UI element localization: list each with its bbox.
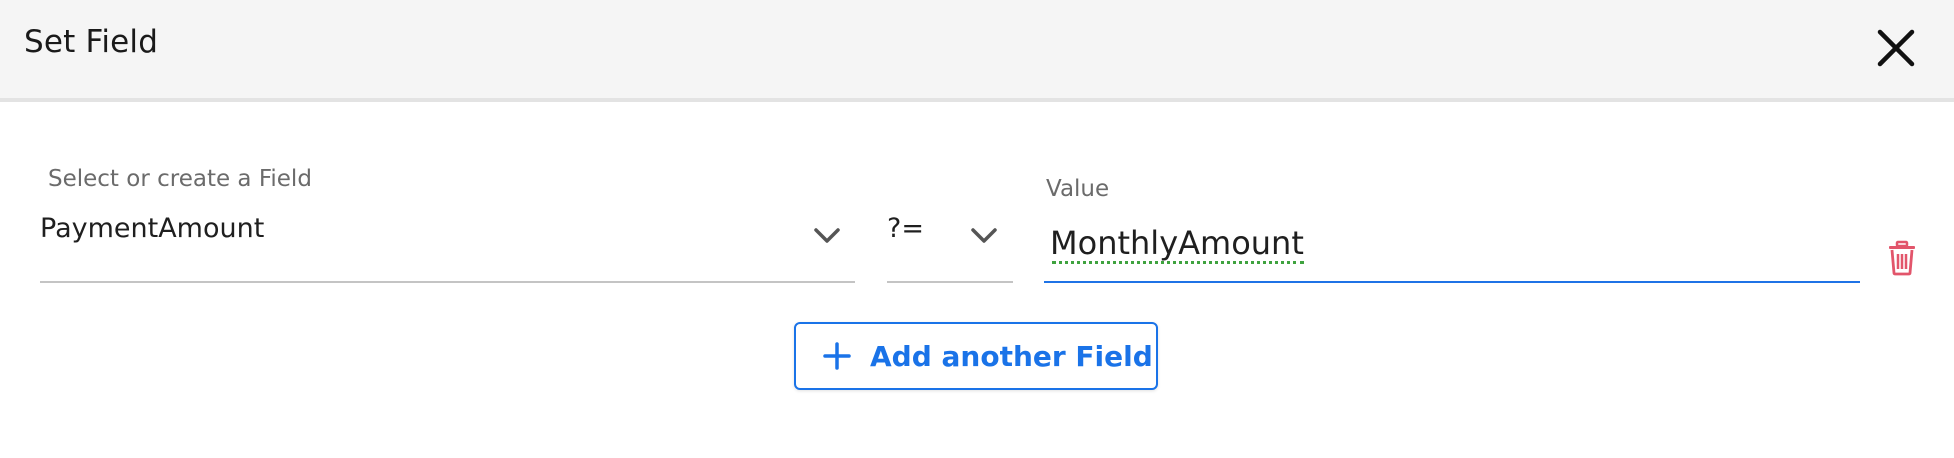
field-select-value: PaymentAmount <box>40 213 265 244</box>
add-another-field-button[interactable]: Add another Field <box>794 322 1158 390</box>
value-field: Value <box>1044 170 1860 283</box>
delete-row-button[interactable] <box>1886 240 1918 276</box>
add-another-field-label: Add another Field <box>870 339 1153 373</box>
dialog-title: Set Field <box>24 24 159 60</box>
set-field-dialog: Set Field Select or create a Field Payme… <box>0 0 1954 458</box>
operator-select[interactable]: ?= <box>887 160 1013 283</box>
plus-icon <box>822 341 852 371</box>
value-field-label: Value <box>1046 176 1110 202</box>
chevron-down-icon[interactable] <box>969 226 999 246</box>
chevron-down-icon[interactable] <box>812 226 842 246</box>
field-select[interactable]: Select or create a Field PaymentAmount <box>40 160 855 283</box>
field-select-label: Select or create a Field <box>48 166 312 192</box>
operator-select-value: ?= <box>887 213 924 244</box>
close-icon <box>1877 29 1915 67</box>
close-button[interactable] <box>1870 22 1922 74</box>
dialog-header: Set Field <box>0 0 1954 102</box>
trash-icon <box>1889 240 1915 276</box>
spellcheck-underline <box>1052 261 1304 264</box>
